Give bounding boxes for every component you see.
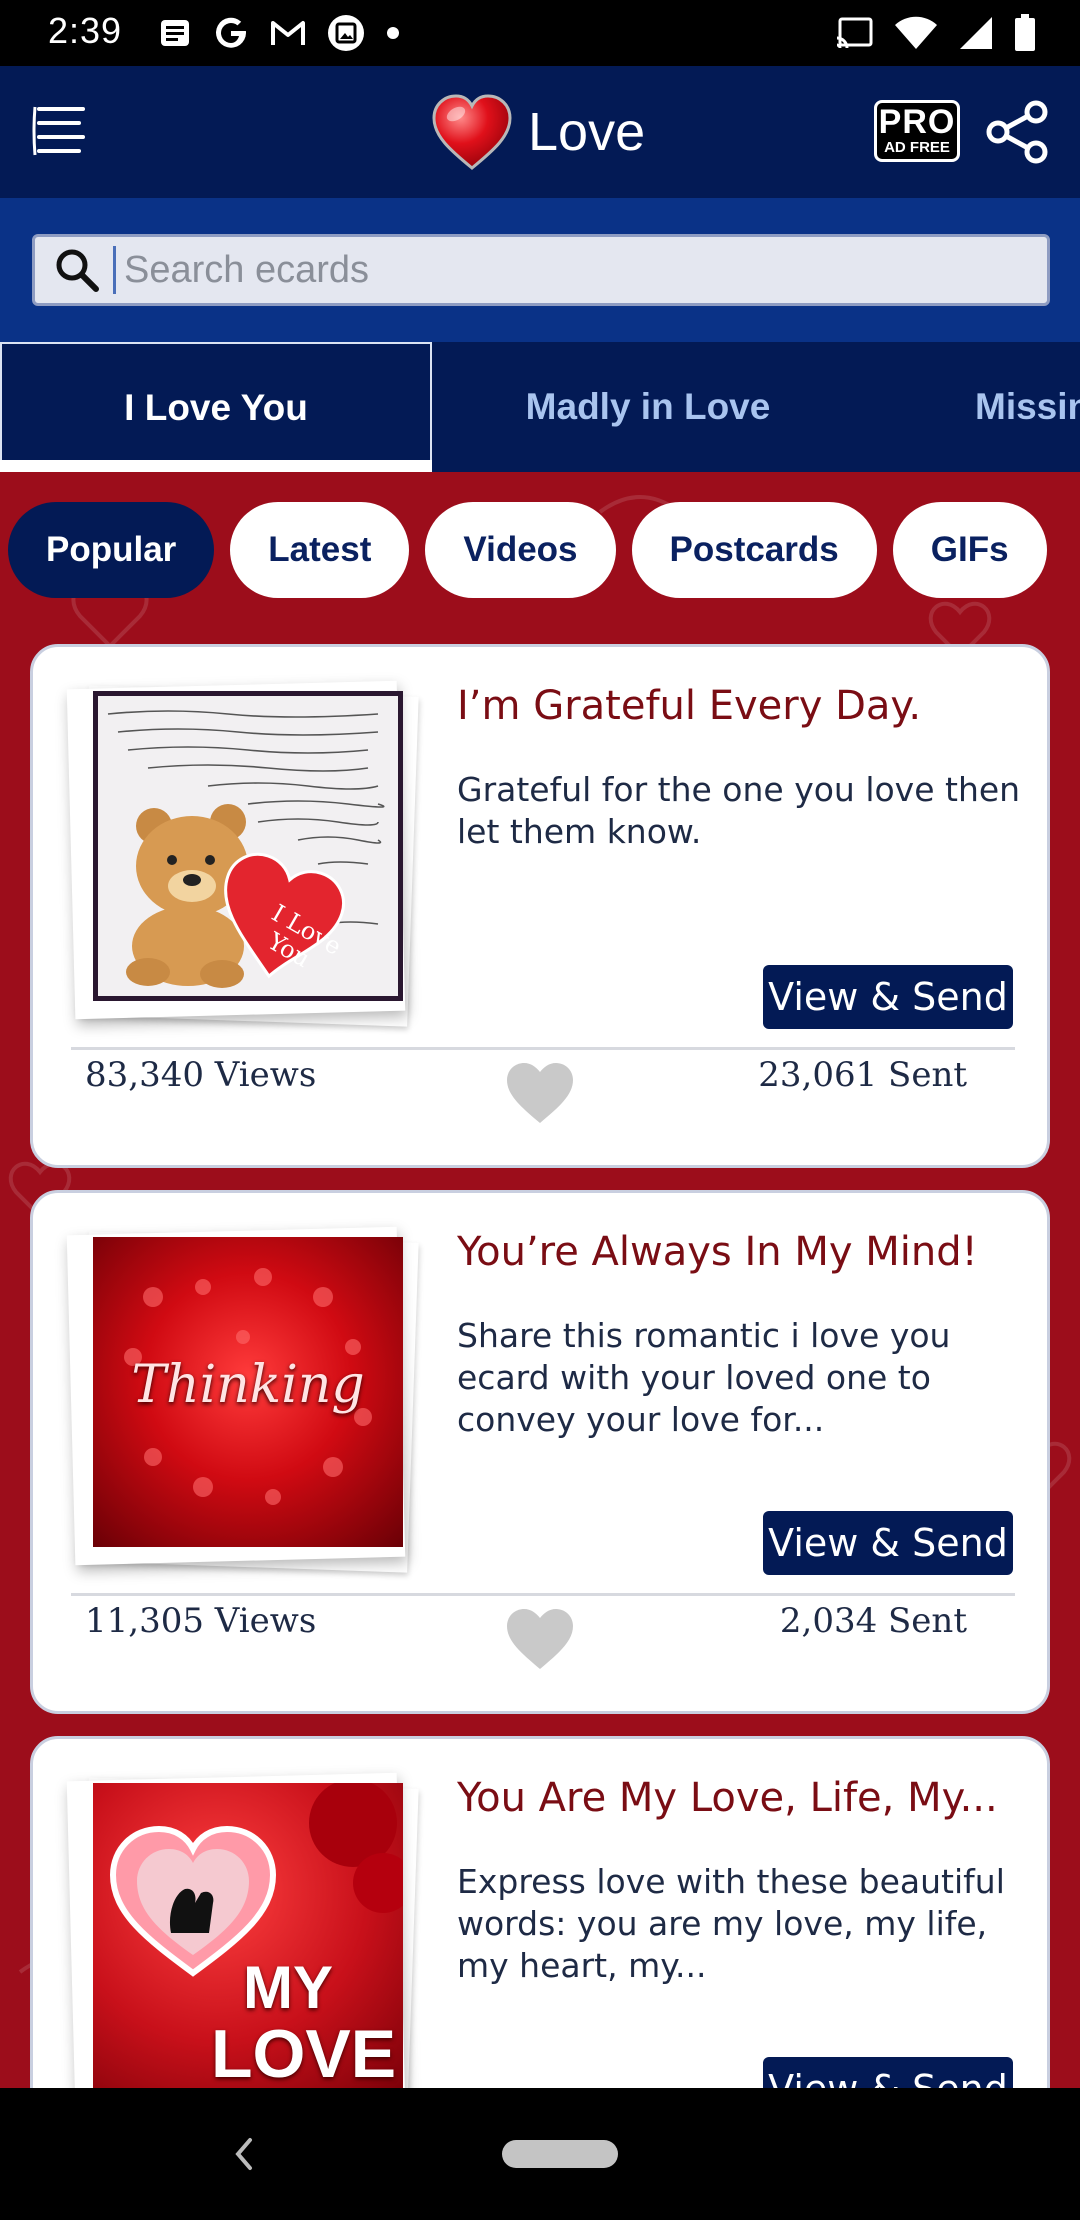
- ecard-description: Grateful for the one you love then let t…: [457, 770, 1021, 851]
- teddy-bear-heart-icon: I Love You: [107, 710, 385, 988]
- filter-latest[interactable]: Latest: [230, 502, 410, 598]
- thumbnail-caption-my: MY: [243, 1954, 333, 2021]
- menu-icon: [32, 106, 85, 156]
- view-and-send-button[interactable]: View & Send: [763, 1511, 1013, 1575]
- pro-label: PRO: [878, 103, 956, 141]
- sent-count: 23,061 Sent: [758, 1055, 967, 1095]
- category-tab-bar: I Love You Madly in Love Missin: [0, 342, 1080, 472]
- menu-button[interactable]: [28, 96, 94, 166]
- ecard-thumbnail[interactable]: Thinking: [93, 1237, 403, 1547]
- filter-postcards[interactable]: Postcards: [631, 502, 877, 598]
- tab-missing[interactable]: Missin: [975, 342, 1080, 472]
- app-bar: Love PRO AD FREE: [0, 66, 1080, 198]
- search-icon: [53, 246, 101, 294]
- ecard-description: Share this romantic i love you ecard wit…: [457, 1316, 951, 1439]
- share-icon: [986, 100, 1048, 164]
- notes-icon: [158, 16, 192, 50]
- tab-madly-in-love[interactable]: Madly in Love: [432, 342, 864, 472]
- google-icon: [212, 14, 250, 52]
- filter-videos[interactable]: Videos: [425, 502, 616, 598]
- ecard-title[interactable]: You Are My Love, Life, My...: [457, 1775, 998, 1821]
- ecard-card[interactable]: MY LOVE You Are My Love, Life, My... Exp…: [30, 1736, 1050, 2088]
- app-title: Love: [528, 102, 646, 162]
- wifi-icon: [894, 16, 938, 50]
- views-count: 11,305 Views: [85, 1601, 317, 1641]
- view-and-send-button[interactable]: View & Send: [763, 965, 1013, 1029]
- back-icon: [235, 2138, 252, 2170]
- ecard-title[interactable]: I’m Grateful Every Day.: [457, 683, 921, 729]
- ecard-card[interactable]: I Love You I’m Grateful Every Day. Grate…: [30, 644, 1050, 1168]
- status-time: 2:39: [48, 10, 123, 51]
- gmail-icon: [270, 18, 306, 48]
- card-divider: [71, 1593, 1015, 1596]
- filter-pills: Popular Latest Videos Postcards GIFs: [8, 502, 1047, 598]
- heart-logo-icon: [432, 94, 512, 170]
- like-button[interactable]: [505, 1061, 575, 1125]
- system-icons: [834, 12, 1036, 54]
- tab-i-love-you[interactable]: I Love You: [0, 342, 432, 472]
- back-button[interactable]: [222, 2128, 262, 2180]
- signal-icon: [958, 15, 994, 51]
- sent-count: 2,034 Sent: [779, 1601, 967, 1641]
- status-bar: 2:39: [0, 0, 1080, 66]
- app-title-group: Love: [430, 90, 645, 174]
- card-divider: [71, 1047, 1015, 1050]
- filter-gifs[interactable]: GIFs: [892, 502, 1047, 598]
- thumbnail-caption: Thinking: [131, 1355, 365, 1415]
- ecard-description: Express love with these beautiful words:…: [457, 1862, 1005, 1985]
- heart-icon: [507, 1063, 573, 1123]
- home-pill-button[interactable]: [502, 2140, 618, 2168]
- dot-icon: [386, 26, 400, 40]
- ecard-title[interactable]: You’re Always In My Mind!: [457, 1229, 978, 1275]
- filter-popular[interactable]: Popular: [8, 502, 215, 598]
- battery-icon: [1014, 14, 1036, 52]
- pro-ad-free-button[interactable]: PRO AD FREE: [874, 100, 960, 162]
- thumbnail-caption-love: LOVE: [211, 2016, 397, 2088]
- views-count: 83,340 Views: [85, 1055, 317, 1095]
- search-input[interactable]: [113, 246, 1013, 294]
- active-tab-indicator: [0, 460, 432, 472]
- ecard-thumbnail[interactable]: I Love You: [93, 691, 403, 1001]
- search-box[interactable]: [32, 234, 1050, 306]
- ecard-card[interactable]: Thinking You’re Always In My Mind! Share…: [30, 1190, 1050, 1714]
- share-button[interactable]: [984, 98, 1052, 166]
- heart-icon: [507, 1609, 573, 1669]
- like-button[interactable]: [505, 1607, 575, 1671]
- system-nav-bar: [0, 2088, 1080, 2220]
- notification-icons: [158, 12, 400, 54]
- ecard-list[interactable]: Popular Latest Videos Postcards GIFs I L…: [0, 472, 1080, 2088]
- photo-icon: [326, 13, 366, 53]
- search-area: [0, 198, 1080, 342]
- cast-icon: [834, 16, 874, 50]
- ad-free-label: AD FREE: [884, 139, 950, 156]
- ecard-thumbnail[interactable]: MY LOVE: [93, 1783, 403, 2088]
- view-and-send-button[interactable]: View & Send: [763, 2057, 1013, 2088]
